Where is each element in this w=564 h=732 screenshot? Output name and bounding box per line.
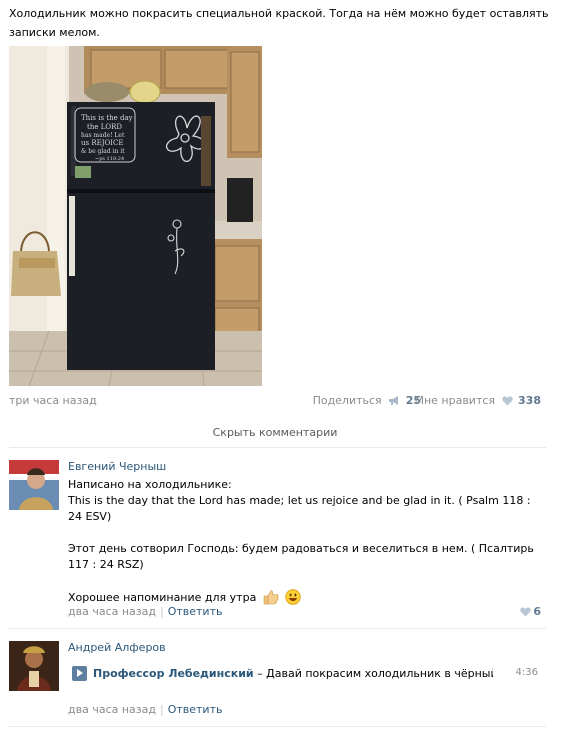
comment-1: Евгений Черныш Написано на холодильнике:… — [9, 460, 541, 622]
audio-title: Давай покрасим холодильник в чёрный цвет… — [266, 667, 493, 680]
audio-dash: – — [253, 667, 267, 680]
avatar[interactable] — [9, 460, 59, 510]
avatar-photo — [9, 641, 59, 691]
thumbs-up-emoji — [263, 590, 279, 605]
like-count: 338 — [518, 394, 541, 407]
comment-line-3 — [68, 525, 538, 541]
comment-line-1: Написано на холодильнике: — [68, 478, 232, 491]
heart-icon — [520, 607, 532, 617]
comment-author[interactable]: Евгений Черныш — [68, 460, 166, 473]
chalk-line-4: us REJOICE — [81, 139, 123, 147]
post-time[interactable]: три часа назад — [9, 394, 97, 407]
reply-button[interactable]: Ответить — [168, 605, 223, 618]
post-meta: три часа назад Поделиться 25 Мне нравитс… — [9, 394, 541, 410]
audio-attachment: Профессор Лебединский – Давай покрасим х… — [68, 665, 538, 685]
comment-line-6: Хорошее напоминание для утра — [68, 591, 257, 604]
comment-like-button[interactable]: 6 — [517, 605, 541, 618]
megaphone-icon — [389, 396, 399, 405]
like-button[interactable]: Мне нравится 338 — [414, 394, 541, 407]
comments-divider — [9, 628, 546, 629]
comments-divider-bottom — [9, 726, 546, 727]
comment-time[interactable]: два часа назад — [68, 605, 156, 618]
smile-emoji — [285, 589, 302, 605]
hide-comments-link[interactable]: Скрыть комментарии — [9, 426, 541, 439]
avatar[interactable] — [9, 641, 59, 691]
chalk-line-2: the LORD — [87, 123, 122, 131]
comment-time[interactable]: два часа назад — [68, 703, 156, 716]
separator: | — [159, 605, 164, 618]
comment-line-4: Этот день сотворил Господь: будем радова… — [68, 542, 534, 571]
comment-line-6-wrap: Хорошее напоминание для утра — [68, 589, 538, 606]
audio-artist: Профессор Лебединский — [93, 667, 254, 680]
comment-like-count: 6 — [533, 605, 541, 618]
like-label: Мне нравится — [414, 394, 496, 407]
play-icon[interactable] — [72, 666, 87, 681]
audio-track[interactable]: Профессор Лебединский – Давай покрасим х… — [93, 667, 493, 680]
post-text: Холодильник можно покрасить специальной … — [9, 7, 549, 39]
chalk-line-5: & be glad in it — [81, 148, 125, 155]
reply-button[interactable]: Ответить — [168, 703, 223, 716]
chalk-line-6: ~ps 118:24 — [95, 156, 124, 162]
comment-line-2: This is the day that the Lord has made; … — [68, 494, 531, 523]
comment-footer: два часа назад | Ответить — [68, 703, 222, 716]
comment-body: Написано на холодильнике: This is the da… — [68, 477, 538, 606]
fridge-photo-illustration: This is the day the LORD has made! Let u… — [9, 46, 262, 386]
audio-duration: 4:36 — [515, 667, 538, 678]
share-button[interactable]: Поделиться 25 — [313, 394, 421, 407]
share-label: Поделиться — [312, 394, 382, 407]
comment-author[interactable]: Андрей Алферов — [68, 641, 166, 654]
avatar-photo — [9, 460, 59, 510]
comment-2: Андрей Алферов Профессор Лебединский – Д… — [9, 641, 541, 721]
comment-footer: два часа назад | Ответить — [68, 605, 222, 618]
separator: | — [159, 703, 164, 716]
comment-line-5 — [68, 573, 538, 589]
post-photo[interactable]: This is the day the LORD has made! Let u… — [9, 46, 262, 386]
chalk-line-3: has made! Let — [81, 132, 125, 139]
heart-icon — [501, 396, 513, 406]
chalk-line-1: This is the day — [81, 114, 133, 122]
comments-divider-top — [9, 447, 546, 448]
